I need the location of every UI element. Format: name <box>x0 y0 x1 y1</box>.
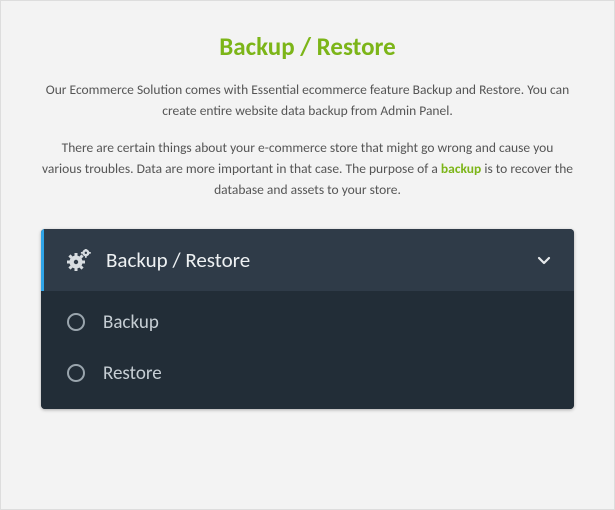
menu-item-label: Backup <box>103 311 159 334</box>
intro-paragraph-2: There are certain things about your e-co… <box>41 138 574 201</box>
intro-paragraph-1: Our Ecommerce Solution comes with Essent… <box>41 80 574 122</box>
menu-header-label: Backup / Restore <box>106 247 536 273</box>
page-title: Backup / Restore <box>41 31 574 62</box>
circle-icon <box>67 364 85 382</box>
menu-body: Backup Restore <box>41 291 574 409</box>
menu-item-restore[interactable]: Restore <box>41 348 574 399</box>
highlight-backup: backup <box>441 160 481 177</box>
gears-icon <box>66 249 92 271</box>
menu-item-backup[interactable]: Backup <box>41 297 574 348</box>
chevron-down-icon <box>536 252 552 268</box>
admin-panel-screenshot: Backup / Restore Backup Restore <box>41 229 574 409</box>
circle-icon <box>67 313 85 331</box>
menu-header-backup-restore[interactable]: Backup / Restore <box>41 229 574 291</box>
menu-item-label: Restore <box>103 362 162 385</box>
